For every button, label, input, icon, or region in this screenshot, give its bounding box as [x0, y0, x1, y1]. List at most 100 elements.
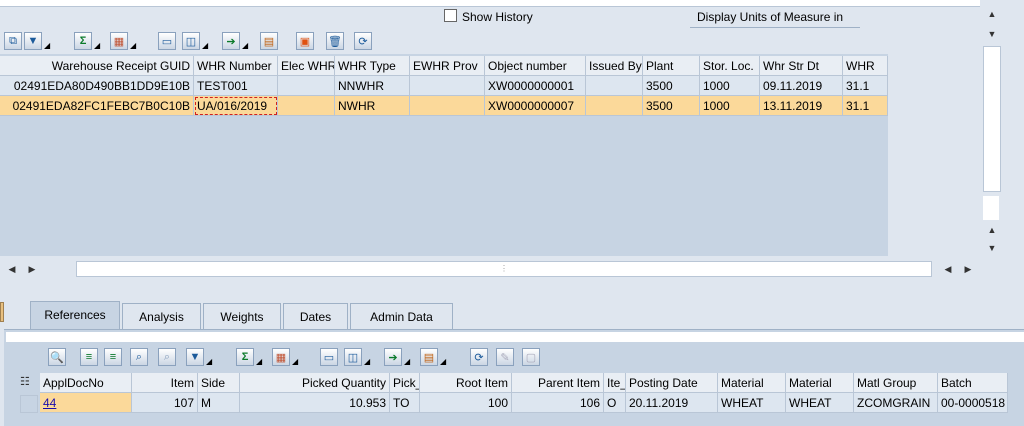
horizontal-scrollbar[interactable]: ◀ ▶ ⋮ ◀ ▶ [0, 258, 980, 280]
grid1-cell[interactable]: 09.11.2019 [760, 76, 843, 96]
refresh-icon[interactable]: ⟳ [470, 348, 488, 366]
grid1-cell[interactable]: NNWHR [335, 76, 410, 96]
grid2-column-header[interactable]: Ite_ [604, 373, 626, 393]
delete-icon[interactable]: 🗑 [326, 32, 344, 50]
grid1-cell[interactable]: 1000 [700, 76, 760, 96]
grid2-cell[interactable]: 00-0000518 [938, 393, 1008, 413]
grid2-cell[interactable]: 106 [512, 393, 604, 413]
grid1-cell[interactable] [278, 96, 335, 116]
grid1-cell[interactable]: TEST001 [194, 76, 278, 96]
layout-icon[interactable]: ▤ [260, 32, 278, 50]
grid1-column-header[interactable]: Issued By [586, 56, 643, 76]
tab-admin-data[interactable]: Admin Data [350, 303, 453, 329]
grid2-cell[interactable]: 107 [132, 393, 198, 413]
grid1-cell[interactable]: 3500 [643, 96, 700, 116]
grid2-column-header[interactable]: Pick_ [390, 373, 420, 393]
export-icon[interactable]: ➔ [222, 32, 240, 50]
grid2-column-header[interactable]: Root Item [420, 373, 512, 393]
grid1-cell[interactable]: 02491EDA80D490BB1DD9E10B [0, 76, 194, 96]
grid2-cell[interactable]: WHEAT [718, 393, 786, 413]
scroll-thumb[interactable] [983, 46, 1001, 192]
sort-descending-icon[interactable]: ≡ [104, 348, 122, 366]
grid1-cell[interactable] [410, 96, 485, 116]
grid2-column-header[interactable]: Material [718, 373, 786, 393]
export-icon[interactable]: ➔ [384, 348, 402, 366]
grid2-cell[interactable]: M [198, 393, 240, 413]
find-icon[interactable]: ⌕ [130, 348, 148, 366]
grid1-cell[interactable]: 31.1 [843, 76, 888, 96]
scroll-down-icon[interactable]: ▼ [984, 240, 1000, 256]
show-history-checkbox[interactable] [444, 9, 457, 22]
tab-weights[interactable]: Weights [203, 303, 281, 329]
grid2-cell[interactable]: 10.953 [240, 393, 390, 413]
find-next-icon[interactable]: ⌕ [158, 348, 176, 366]
print-icon[interactable]: ▭ [320, 348, 338, 366]
sum-icon[interactable]: Σ [74, 32, 92, 50]
sort-ascending-icon[interactable]: ≡ [80, 348, 98, 366]
details-icon[interactable]: 🔍 [48, 348, 66, 366]
select-all-icon[interactable]: ☷ [20, 375, 36, 391]
grid2-cell[interactable]: 100 [420, 393, 512, 413]
h-scroll-thumb[interactable]: ⋮ [76, 261, 932, 277]
grid1-cell[interactable]: 02491EDA82FC1FEBC7B0C10B [0, 96, 194, 116]
grid2-cell[interactable]: ZCOMGRAIN [854, 393, 938, 413]
grid2-column-header[interactable]: ApplDocNo [40, 373, 132, 393]
grid2-column-header[interactable]: Matl Group [854, 373, 938, 393]
tab-dates[interactable]: Dates [283, 303, 348, 329]
grid2-cell[interactable]: 20.11.2019 [626, 393, 718, 413]
grid1-column-header[interactable]: Whr Str Dt [760, 56, 843, 76]
subtotal-icon[interactable]: ▦ [272, 348, 290, 366]
tab-references[interactable]: References [30, 301, 120, 330]
grid2-column-header[interactable]: Material [786, 373, 854, 393]
grid1-column-header[interactable]: Warehouse Receipt GUID [0, 56, 194, 76]
grid1-cell[interactable]: 31.1 [843, 96, 888, 116]
grid1-cell[interactable]: 13.11.2019 [760, 96, 843, 116]
scroll-up-icon[interactable]: ▲ [984, 222, 1000, 238]
scroll-left-icon[interactable]: ◀ [940, 261, 956, 277]
grid1-column-header[interactable]: WHR Type [335, 56, 410, 76]
scroll-left-icon[interactable]: ◀ [4, 261, 20, 277]
grid1-cell[interactable]: XW0000000001 [485, 76, 586, 96]
grid2-cell[interactable]: TO [390, 393, 420, 413]
filter-icon[interactable]: ▼ [24, 32, 42, 50]
grid1-column-header[interactable]: EWHR Prov [410, 56, 485, 76]
grid1-cell[interactable]: 3500 [643, 76, 700, 96]
grid1-cell[interactable]: XW0000000007 [485, 96, 586, 116]
grid1-column-header[interactable]: WHR Number [194, 56, 278, 76]
print-icon[interactable]: ▭ [158, 32, 176, 50]
scroll-right-icon[interactable]: ▶ [24, 261, 40, 277]
grid2-column-header[interactable]: Batch [938, 373, 1008, 393]
grid2-column-header[interactable]: Posting Date [626, 373, 718, 393]
scroll-up-icon[interactable]: ▲ [984, 6, 1000, 22]
grid1-cell[interactable] [410, 76, 485, 96]
grid2-column-header[interactable]: Item [132, 373, 198, 393]
grid2-cell[interactable]: WHEAT [786, 393, 854, 413]
grid2-column-header[interactable]: Parent Item [512, 373, 604, 393]
grid1-column-header[interactable]: Elec WHR [278, 56, 335, 76]
calendar-icon[interactable]: ▣ [296, 32, 314, 50]
scroll-down-icon[interactable]: ▼ [984, 26, 1000, 42]
grid1-column-header[interactable]: Plant [643, 56, 700, 76]
vertical-scrollbar[interactable]: ▲ ▼ ▲ ▼ [982, 0, 1002, 258]
grid1-cell[interactable] [278, 76, 335, 96]
grid1-cell[interactable]: UA/016/2019 [194, 96, 278, 116]
row-selector[interactable] [20, 395, 38, 413]
grid1-cell[interactable] [586, 96, 643, 116]
grid1-column-header[interactable]: Stor. Loc. [700, 56, 760, 76]
view-icon[interactable]: ◫ [344, 348, 362, 366]
grid2-cell[interactable]: O [604, 393, 626, 413]
details-icon[interactable]: ⧉ [4, 32, 22, 50]
grid1-cell[interactable]: 1000 [700, 96, 760, 116]
view-icon[interactable]: ◫ [182, 32, 200, 50]
grid2-column-header[interactable]: Side [198, 373, 240, 393]
grid1-cell[interactable] [586, 76, 643, 96]
scroll-right-icon[interactable]: ▶ [960, 261, 976, 277]
sum-icon[interactable]: Σ [236, 348, 254, 366]
refresh-icon[interactable]: ⟳ [354, 32, 372, 50]
tab-analysis[interactable]: Analysis [122, 303, 201, 329]
grid1-cell[interactable]: NWHR [335, 96, 410, 116]
filter-icon[interactable]: ▼ [186, 348, 204, 366]
subtotal-icon[interactable]: ▦ [110, 32, 128, 50]
grid2-column-header[interactable]: Picked Quantity [240, 373, 390, 393]
grid1-column-header[interactable]: Object number [485, 56, 586, 76]
